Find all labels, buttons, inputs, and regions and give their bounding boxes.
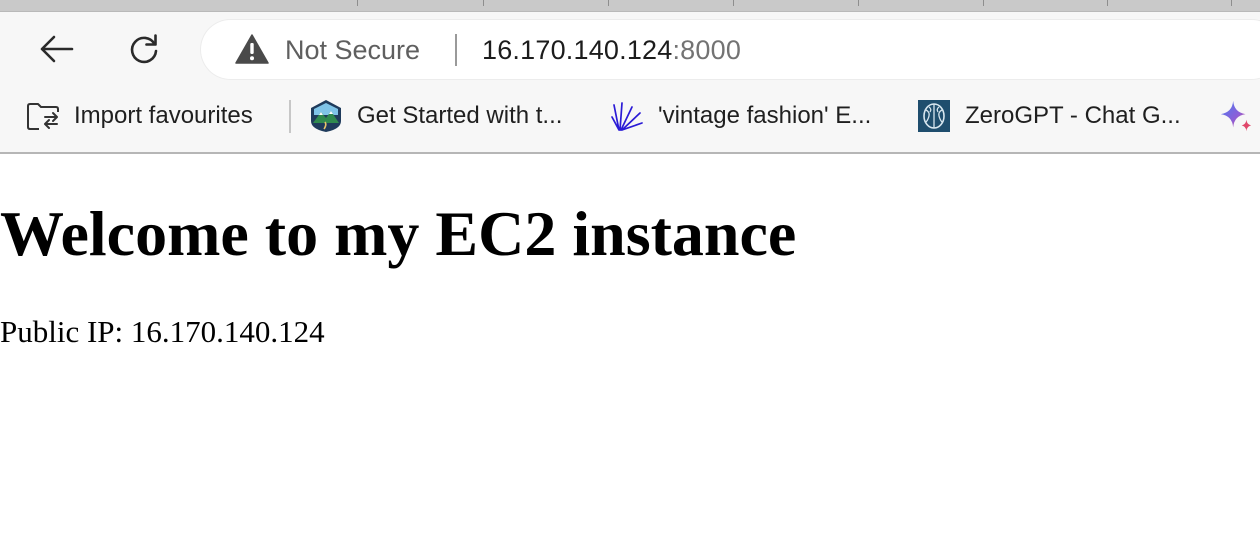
back-arrow-icon bbox=[38, 34, 74, 64]
url-port: :8000 bbox=[672, 35, 742, 65]
bookmarks-bar: Import favourites Get Started with t... bbox=[0, 90, 1260, 142]
bookmarks-divider bbox=[289, 100, 291, 133]
bookmark-label: ZeroGPT - Chat G... bbox=[965, 102, 1181, 129]
bookmark-import-favourites[interactable]: Import favourites bbox=[26, 90, 253, 142]
warning-triangle-icon[interactable] bbox=[235, 34, 269, 64]
blue-scribble-icon bbox=[610, 99, 644, 133]
brain-icon bbox=[917, 99, 951, 133]
browser-toolbar: Not Secure 16.170.140.124:8000 Import fa… bbox=[0, 0, 1260, 154]
url-text[interactable]: 16.170.140.124:8000 bbox=[482, 34, 741, 66]
bookmark-label: 'vintage fashion' E... bbox=[658, 102, 872, 129]
tab-strip[interactable] bbox=[0, 0, 1260, 12]
address-bar[interactable]: Not Secure 16.170.140.124:8000 bbox=[201, 20, 1260, 79]
page-heading: Welcome to my EC2 instance bbox=[0, 198, 797, 269]
import-folder-icon bbox=[26, 99, 60, 133]
bookmark-vintage-fashion[interactable]: 'vintage fashion' E... bbox=[610, 90, 871, 142]
page-content: Welcome to my EC2 instance Public IP: 16… bbox=[0, 154, 1260, 554]
mountain-badge-icon bbox=[309, 99, 343, 133]
bookmark-gemini[interactable] bbox=[1219, 90, 1260, 142]
bookmark-label: Get Started with t... bbox=[357, 102, 563, 129]
sparkle-icon bbox=[1219, 99, 1253, 133]
address-divider bbox=[455, 34, 457, 66]
public-ip-text: Public IP: 16.170.140.124 bbox=[0, 314, 325, 349]
bookmark-label: Import favourites bbox=[74, 102, 253, 129]
bookmark-zerogpt[interactable]: ZeroGPT - Chat G... bbox=[917, 90, 1181, 142]
refresh-icon bbox=[127, 32, 161, 66]
security-status-label[interactable]: Not Secure bbox=[285, 34, 420, 66]
back-button[interactable] bbox=[34, 27, 78, 71]
url-host: 16.170.140.124 bbox=[482, 35, 673, 65]
refresh-button[interactable] bbox=[122, 27, 166, 71]
bookmark-get-started[interactable]: Get Started with t... bbox=[309, 90, 562, 142]
